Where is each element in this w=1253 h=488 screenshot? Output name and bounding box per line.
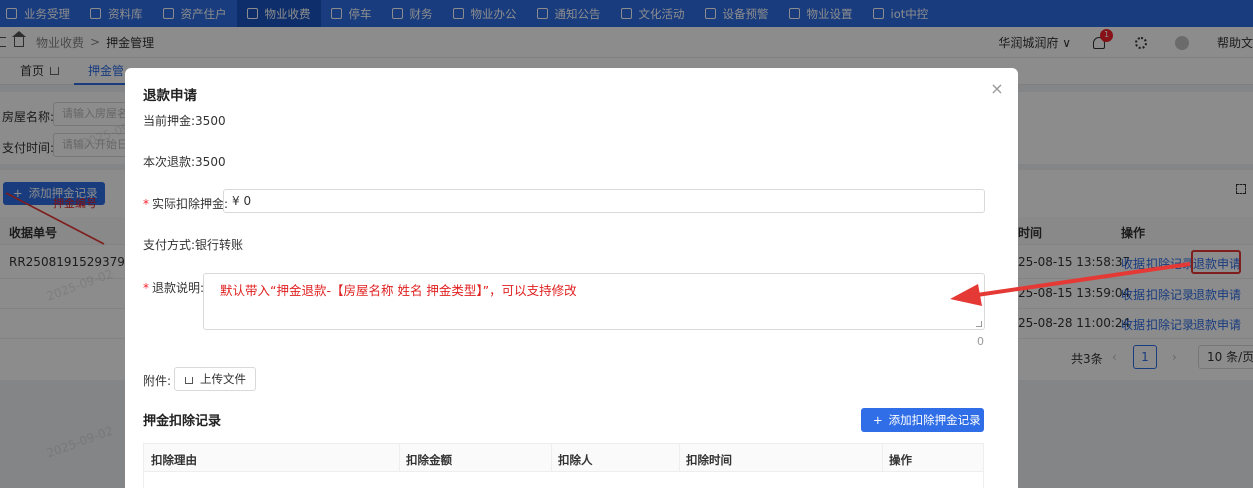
required-mark: * (143, 281, 149, 295)
upload-icon (185, 377, 193, 384)
pay-method-value: 银行转账 (195, 238, 244, 252)
current-deposit-row: 当前押金:3500 (143, 112, 226, 129)
col-divider (551, 444, 552, 472)
pay-method-row: 支付方式:银行转账 (143, 236, 243, 253)
col-deduct-actions: 操作 (889, 453, 912, 467)
modal-title: 退款申请 (143, 88, 197, 104)
plus-icon: + (873, 413, 883, 427)
current-deposit-label: 当前押金: (143, 114, 196, 128)
actual-deduct-label-text: 实际扣除押金: (152, 197, 229, 211)
upload-file-label: 上传文件 (200, 372, 246, 386)
refund-modal: 退款申请 × 当前押金:3500 本次退款:3500 * 实际扣除押金: ¥ 0 … (125, 68, 1018, 488)
col-divider (399, 444, 400, 472)
upload-file-button[interactable]: 上传文件 (174, 367, 256, 391)
col-deduct-time: 扣除时间 (686, 453, 732, 467)
refund-desc-label-text: 退款说明: (152, 281, 205, 295)
required-mark: * (143, 197, 149, 211)
close-icon[interactable]: × (990, 81, 1004, 97)
deduct-table-header: 扣除理由 扣除金额 扣除人 扣除时间 操作 (144, 444, 983, 472)
col-deduct-person: 扣除人 (558, 453, 593, 467)
actual-deduct-input[interactable]: ¥ 0 (223, 189, 985, 213)
add-deduct-button[interactable]: + 添加扣除押金记录 (861, 408, 984, 432)
refund-amount-label: 本次退款: (143, 155, 196, 169)
pay-method-label: 支付方式: (143, 238, 196, 252)
refund-desc-annotation: 默认带入“押金退款-【房屋名称 姓名 押金类型】”，可以支持修改 (220, 283, 577, 298)
deduct-table: 扣除理由 扣除金额 扣除人 扣除时间 操作 (143, 443, 984, 488)
add-deduct-label: 添加扣除押金记录 (888, 413, 981, 427)
col-divider (679, 444, 680, 472)
char-count: 0 (977, 335, 984, 348)
current-deposit-value: 3500 (195, 114, 226, 128)
deduct-section-title: 押金扣除记录 (143, 414, 222, 429)
col-deduct-amount: 扣除金额 (406, 453, 452, 467)
col-deduct-reason: 扣除理由 (151, 453, 197, 467)
refund-desc-label: * 退款说明: (143, 279, 204, 296)
attachment-label: 附件: (143, 374, 172, 388)
actual-deduct-label: * 实际扣除押金: (143, 195, 228, 212)
col-divider (882, 444, 883, 472)
refund-amount-row: 本次退款:3500 (143, 153, 226, 170)
resize-handle-icon[interactable] (976, 321, 982, 327)
refund-amount-value: 3500 (195, 155, 226, 169)
